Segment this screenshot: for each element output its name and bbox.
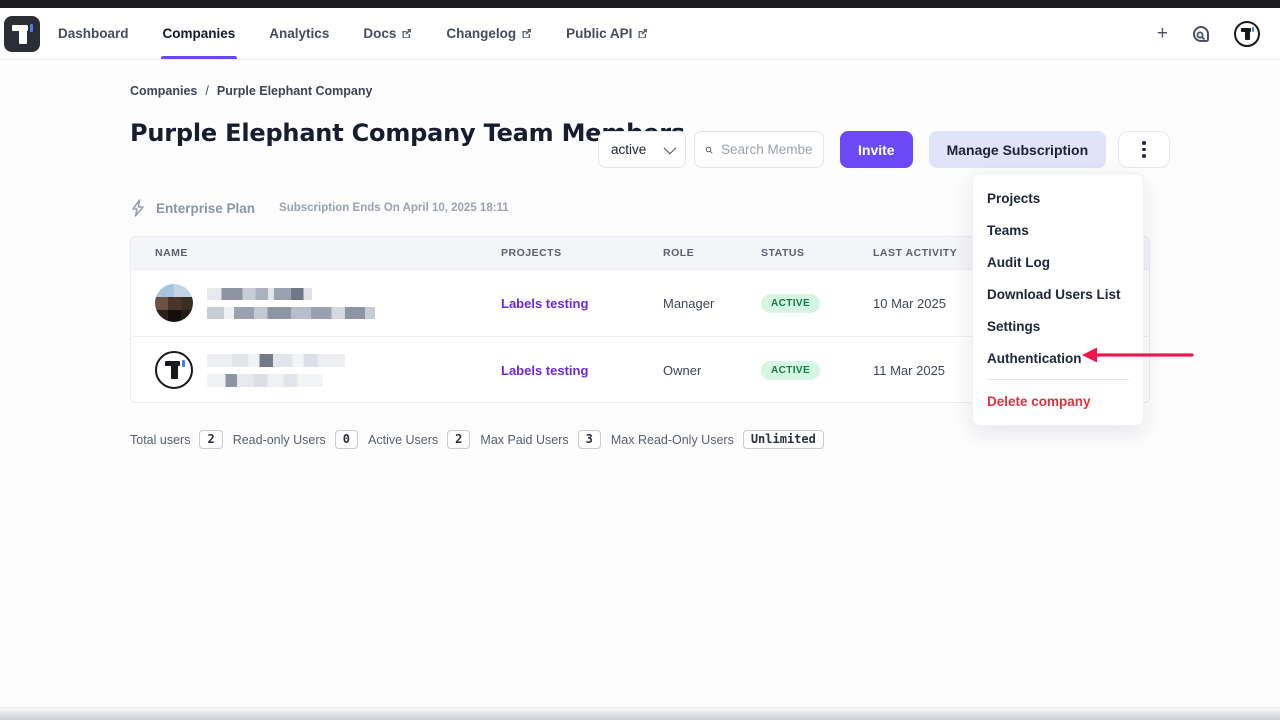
nav-item-analytics[interactable]: Analytics — [269, 8, 329, 59]
navbar-actions: + — [1157, 21, 1260, 47]
subscription-end-date: Subscription Ends On April 10, 2025 18:1… — [279, 202, 509, 214]
app-window: Dashboard Companies Analytics Docs Chang… — [0, 0, 1280, 720]
status-badge: ACTIVE — [761, 294, 820, 313]
status-badge: ACTIVE — [761, 361, 820, 380]
window-chrome-strip — [0, 0, 1280, 8]
user-avatar[interactable] — [1234, 21, 1260, 47]
stat-value: 2 — [447, 430, 470, 449]
status-filter-select[interactable]: active — [598, 131, 686, 168]
external-link-icon — [521, 28, 532, 39]
company-actions-menu-button[interactable] — [1118, 131, 1170, 168]
external-link-icon — [401, 28, 412, 39]
menu-item-settings[interactable]: Settings — [973, 310, 1143, 342]
status-filter-value: active — [611, 142, 646, 157]
plan-name: Enterprise Plan — [156, 201, 255, 216]
external-link-icon — [637, 28, 648, 39]
nav-label: Docs — [363, 26, 396, 41]
member-role: Owner — [663, 363, 761, 378]
menu-item-projects[interactable]: Projects — [973, 182, 1143, 214]
header-name: NAME — [131, 247, 501, 259]
redacted-member-name — [207, 354, 345, 387]
company-actions-menu: Projects Teams Audit Log Download Users … — [972, 173, 1144, 426]
redacted-text-line — [207, 288, 312, 300]
member-avatar-logo — [155, 351, 193, 389]
menu-item-authentication[interactable]: Authentication — [973, 342, 1143, 374]
stat-label: Active Users — [368, 433, 438, 447]
chevron-down-icon — [664, 142, 677, 155]
user-stats-row: Total users 2 Read-only Users 0 Active U… — [130, 430, 824, 449]
menu-item-audit-log[interactable]: Audit Log — [973, 246, 1143, 278]
breadcrumb-current: Purple Elephant Company — [217, 84, 373, 98]
redacted-text-line — [207, 354, 345, 367]
search-box — [694, 131, 824, 168]
nav-item-docs[interactable]: Docs — [363, 8, 412, 59]
search-input[interactable] — [721, 142, 813, 157]
nav-item-dashboard[interactable]: Dashboard — [58, 8, 129, 59]
breadcrumb: Companies / Purple Elephant Company — [130, 84, 372, 98]
menu-item-delete-company[interactable]: Delete company — [973, 385, 1143, 417]
nav-label: Dashboard — [58, 26, 129, 41]
nav-item-public-api[interactable]: Public API — [566, 8, 648, 59]
app-logo[interactable] — [4, 16, 40, 52]
nav-links: Dashboard Companies Analytics Docs Chang… — [58, 8, 648, 59]
nav-label: Companies — [163, 26, 236, 41]
menu-item-teams[interactable]: Teams — [973, 214, 1143, 246]
member-role: Manager — [663, 296, 761, 311]
add-icon[interactable]: + — [1157, 24, 1168, 43]
stat-label: Total users — [130, 433, 190, 447]
header-status: STATUS — [761, 247, 873, 259]
project-link[interactable]: Labels testing — [501, 296, 588, 311]
t-logo-glyph — [157, 353, 191, 387]
kebab-icon — [1142, 141, 1146, 145]
redacted-text-line — [207, 307, 375, 319]
stat-value: 0 — [335, 430, 358, 449]
header-role: ROLE — [663, 247, 761, 259]
plan-row: Enterprise Plan Subscription Ends On Apr… — [130, 199, 509, 217]
window-bottom-edge — [0, 707, 1280, 720]
menu-divider — [987, 379, 1129, 380]
invite-button[interactable]: Invite — [840, 131, 913, 168]
search-icon — [705, 142, 713, 158]
redacted-member-name — [207, 288, 375, 319]
manage-subscription-button[interactable]: Manage Subscription — [929, 131, 1107, 168]
menu-item-download-users-list[interactable]: Download Users List — [973, 278, 1143, 310]
stat-label: Read-only Users — [233, 433, 326, 447]
support-chat-icon[interactable] — [1190, 23, 1212, 45]
stat-value: 2 — [199, 430, 222, 449]
redacted-avatar — [155, 284, 193, 322]
nav-item-changelog[interactable]: Changelog — [446, 8, 532, 59]
top-navbar: Dashboard Companies Analytics Docs Chang… — [0, 8, 1280, 60]
stat-label: Max Read-Only Users — [611, 433, 734, 447]
redacted-text-line — [207, 374, 323, 387]
page-controls: active Invite Manage Subscription — [598, 131, 1170, 168]
breadcrumb-separator: / — [205, 84, 208, 98]
stat-label: Max Paid Users — [480, 433, 568, 447]
nav-label: Public API — [566, 26, 632, 41]
stat-value: Unlimited — [743, 430, 824, 449]
nav-item-companies[interactable]: Companies — [163, 8, 236, 59]
breadcrumb-companies[interactable]: Companies — [130, 84, 197, 98]
project-link[interactable]: Labels testing — [501, 363, 588, 378]
nav-label: Changelog — [446, 26, 516, 41]
header-projects: PROJECTS — [501, 247, 663, 259]
stat-value: 3 — [578, 430, 601, 449]
nav-label: Analytics — [269, 26, 329, 41]
lightning-bolt-icon — [130, 199, 146, 217]
t-logo-glyph — [1236, 23, 1258, 45]
t-logo-glyph — [4, 16, 40, 52]
